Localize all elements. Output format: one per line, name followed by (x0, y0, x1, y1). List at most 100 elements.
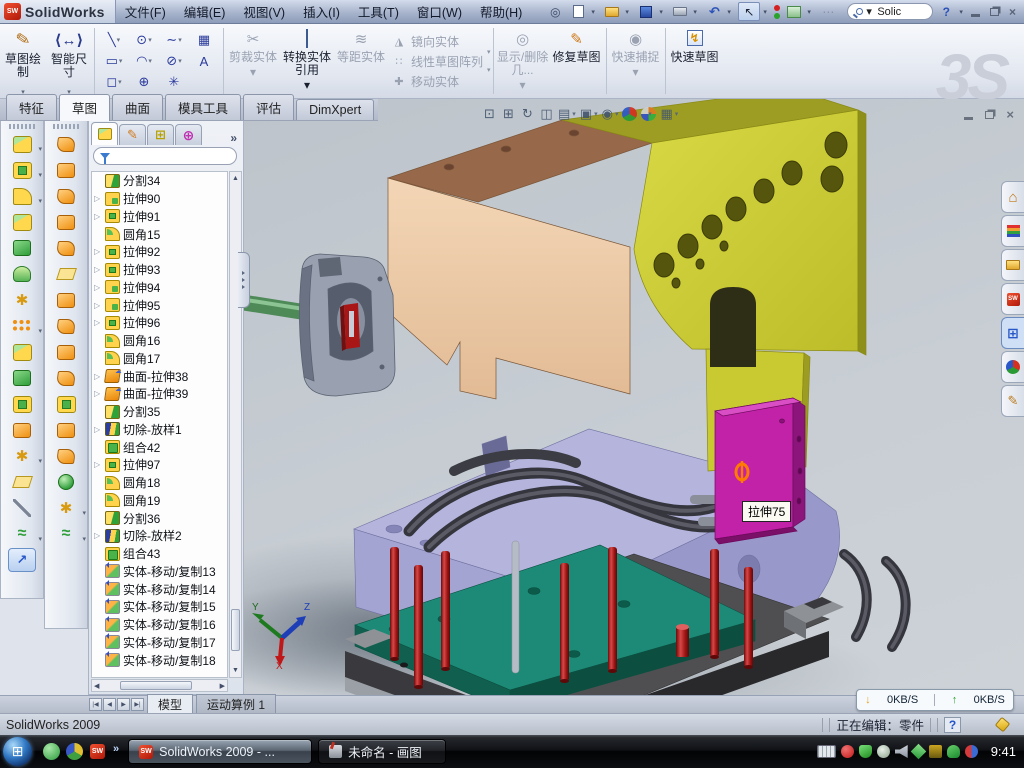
tree-item[interactable]: 曲面-拉伸38 (92, 367, 227, 385)
dimxpertmanager-tab[interactable]: ⊕ (175, 124, 202, 145)
draft-icon[interactable] (45, 417, 87, 443)
lofted-boss-icon[interactable] (1, 261, 43, 287)
linear-pattern-icon[interactable] (1, 313, 43, 339)
solidworks-resources-tab[interactable]: ⌂ (1001, 181, 1024, 213)
spline-tool-icon[interactable] (1, 521, 43, 547)
knit-surface-icon[interactable] (45, 339, 87, 365)
open-button[interactable] (602, 2, 622, 21)
quicklaunch-overflow-chevron[interactable]: » (113, 743, 119, 755)
last-tab-button[interactable]: ▶| (131, 698, 144, 711)
tree-item[interactable]: 拉伸91 (92, 208, 227, 226)
display-style-icon[interactable] (580, 105, 598, 122)
expand-arrow-icon[interactable] (94, 247, 102, 256)
fillet-icon[interactable] (1, 183, 43, 209)
intersect-icon[interactable] (1, 365, 43, 391)
print-button[interactable] (670, 2, 690, 21)
extruded-cut-icon[interactable] (1, 157, 43, 183)
rectangle-icon[interactable] (99, 51, 129, 72)
help-caret[interactable]: ▾ (959, 8, 967, 16)
tree-item[interactable]: 曲面-拉伸39 (92, 385, 227, 403)
expand-arrow-icon[interactable] (94, 389, 102, 398)
tree-item[interactable]: 实体-移动/复制14 (92, 580, 227, 598)
motion-study-tab[interactable]: 运动算例 1 (196, 694, 276, 715)
options-caret[interactable]: ▾ (807, 8, 815, 16)
rotate-view-icon[interactable] (520, 105, 535, 122)
extruded-surface-icon[interactable] (45, 183, 87, 209)
slide-block-magenta[interactable] (715, 398, 805, 544)
rebuild-traffic-icon[interactable] (774, 5, 781, 19)
hide-show-items-icon[interactable] (602, 105, 619, 122)
command-tab[interactable]: 草图 (59, 94, 110, 121)
swept-surface-icon[interactable] (45, 131, 87, 157)
expand-arrow-icon[interactable] (94, 460, 102, 469)
convert-entities-button[interactable]: 转换实体引用 ▾ (280, 24, 334, 98)
tree-item[interactable]: 分割34 (92, 172, 227, 190)
tree-item[interactable]: 圆角17 (92, 350, 227, 368)
polygon-icon[interactable] (129, 72, 159, 93)
file-explorer-tab[interactable] (1001, 249, 1024, 281)
expand-arrow-icon[interactable] (94, 301, 102, 310)
lofted-surface-icon[interactable] (45, 209, 87, 235)
menu-item[interactable]: 窗口(W) (408, 0, 471, 23)
point-icon[interactable] (159, 72, 189, 93)
security-alert-icon[interactable] (841, 745, 854, 758)
toolbar-grip[interactable] (9, 124, 35, 129)
plane-icon[interactable] (1, 469, 43, 495)
tree-item[interactable]: 圆角19 (92, 492, 227, 510)
tree-filter[interactable] (93, 147, 237, 165)
taskbar-window-paint[interactable]: 未命名 - 画图 (318, 739, 446, 764)
undo-caret[interactable]: ▾ (727, 8, 735, 16)
tree-item[interactable]: 拉伸95 (92, 296, 227, 314)
repair-sketch-button[interactable]: ✎ 修复草图 (550, 24, 604, 98)
tree-vertical-scrollbar[interactable]: ▲ ▼ (229, 171, 242, 678)
sketch-button[interactable]: ✎ 草图绘制 ▾ (0, 24, 46, 98)
new-document-button[interactable] (568, 2, 588, 21)
featuremanager-tab[interactable] (91, 122, 118, 145)
arc-icon[interactable] (129, 51, 159, 72)
slot-icon[interactable] (99, 72, 129, 93)
ellipse-icon[interactable] (159, 51, 189, 72)
line-icon[interactable] (99, 30, 129, 51)
tree-item[interactable]: 拉伸90 (92, 190, 227, 208)
menu-item[interactable]: 编辑(E) (175, 0, 235, 23)
pin-icon[interactable]: ◎ (545, 2, 565, 21)
reference-geometry-icon[interactable] (1, 443, 43, 469)
expand-arrow-icon[interactable] (94, 194, 102, 203)
view-palette-tab[interactable]: ⊞ (1001, 317, 1024, 349)
radiate-surface-icon[interactable] (45, 313, 87, 339)
expand-arrow-icon[interactable] (94, 265, 102, 274)
expand-arrow-icon[interactable] (94, 531, 102, 540)
antivirus-shield-icon[interactable] (859, 745, 872, 758)
move-copy-body-icon[interactable] (1, 417, 43, 443)
offset-surface-icon[interactable] (45, 287, 87, 313)
tree-item[interactable]: 实体-移动/复制16 (92, 616, 227, 634)
swept-boss-icon[interactable] (1, 209, 43, 235)
command-tab[interactable]: 特征 (6, 94, 57, 120)
vertical-scroll-thumb[interactable] (231, 609, 240, 651)
tree-item[interactable]: 组合42 (92, 438, 227, 456)
tree-horizontal-scrollbar[interactable]: ◀ ▶ (91, 679, 228, 692)
tree-item[interactable]: 圆角18 (92, 474, 227, 492)
extruded-boss-icon[interactable] (1, 131, 43, 157)
parting-line-icon[interactable] (45, 391, 87, 417)
tree-item[interactable]: 切除-放样2 (92, 527, 227, 545)
reference-plane-icon[interactable] (45, 495, 87, 521)
model-tab[interactable]: 模型 (147, 694, 193, 715)
stop-pin-red[interactable] (676, 624, 689, 657)
filter-input[interactable] (114, 150, 214, 162)
menu-item[interactable]: 插入(I) (294, 0, 349, 23)
search-caret[interactable]: ▾ (866, 5, 874, 18)
tree-item[interactable]: 分割35 (92, 403, 227, 421)
zoom-area-icon[interactable] (501, 105, 516, 122)
quick-tips-icon[interactable]: ? (944, 717, 961, 733)
split-icon[interactable] (1, 391, 43, 417)
new-caret[interactable]: ▾ (591, 8, 599, 16)
top-clamp-plate-tan[interactable] (388, 120, 652, 399)
updates-icon[interactable] (965, 745, 978, 758)
health-shield-icon[interactable] (947, 745, 960, 758)
planar-surface-icon[interactable] (45, 261, 87, 287)
move-face-icon[interactable] (45, 443, 87, 469)
view-orientation-icon[interactable] (558, 105, 576, 122)
hose-drops[interactable] (844, 554, 906, 647)
command-tab[interactable]: 评估 (243, 94, 294, 120)
